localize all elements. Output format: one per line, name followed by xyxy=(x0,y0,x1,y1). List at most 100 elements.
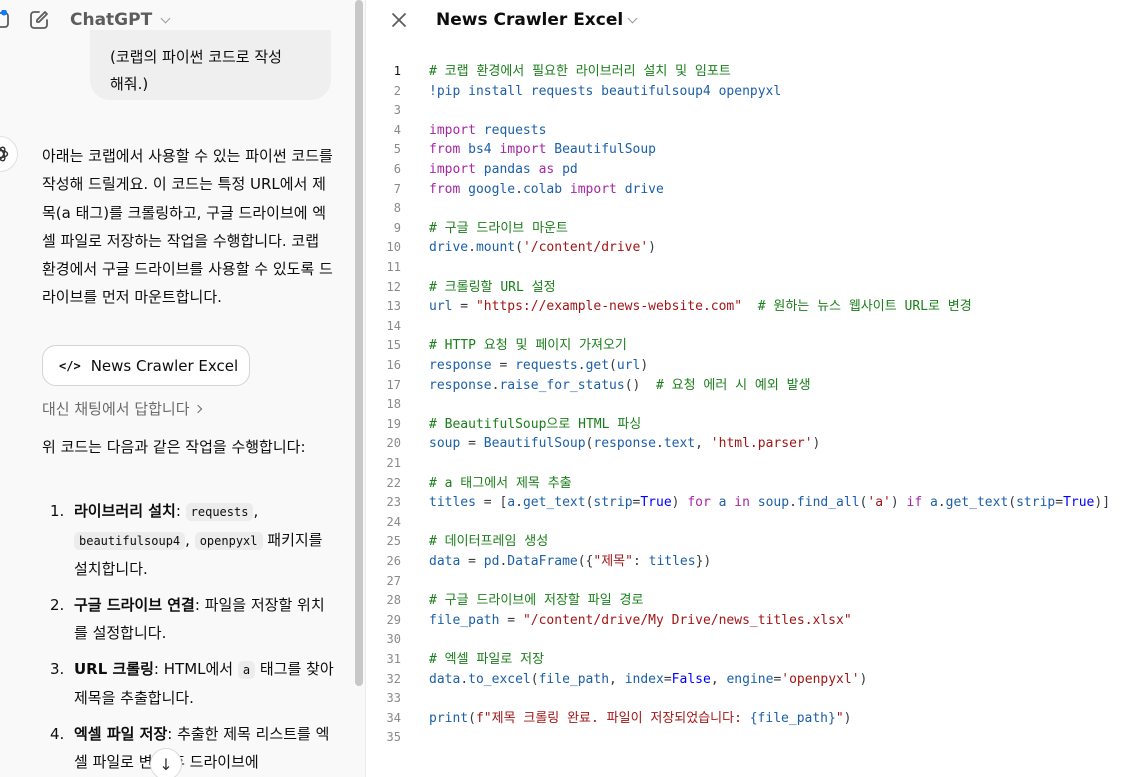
code-text: # 구글 드라이브에 저장할 파일 경로 xyxy=(429,593,644,609)
line-number: 4 xyxy=(393,122,401,137)
list-item: 3. URL 크롤링: HTML에서 a 태그를 찾아 제목을 추출합니다. xyxy=(42,655,334,712)
list-number: 1. xyxy=(50,502,65,520)
answer-in-chat-link[interactable]: 대신 채팅에서 답합니다 xyxy=(42,398,202,419)
line-number: 31 xyxy=(386,652,401,666)
code-text: # HTTP 요청 및 페이지 가져오기 xyxy=(429,338,627,354)
inline-code: a xyxy=(237,661,256,679)
code-text: response.raise_for_status() # 요청 에러 시 예외… xyxy=(429,377,811,393)
line-number: 12 xyxy=(386,279,401,294)
steps-list: 1. 라이브러리 설치: requests, beautifulsoup4, o… xyxy=(42,497,334,777)
line-number: 8 xyxy=(393,201,401,216)
code-icon: </> xyxy=(59,358,81,373)
line-number: 23 xyxy=(386,495,401,510)
line-number: 10 xyxy=(386,240,401,255)
code-text: drive.mount('/content/drive') xyxy=(429,240,656,256)
line-number: 24 xyxy=(386,514,401,529)
chat-scrollbar[interactable] xyxy=(355,0,363,686)
code-text: url = "https://example-news-website.com"… xyxy=(429,299,972,315)
line-number: 14 xyxy=(386,318,401,333)
code-text: # 크롤링할 URL 설정 xyxy=(429,279,556,295)
line-number: 30 xyxy=(386,632,401,647)
list-item: 2. 구글 드라이브 연결: 파일을 저장할 위치를 설정합니다. xyxy=(42,591,334,647)
code-text: # 코랩 환경에서 필요한 라이브러리 설치 및 임포트 xyxy=(429,64,731,79)
code-text: import pandas as pd xyxy=(429,162,578,177)
step-title: 엑셀 파일 저장 xyxy=(74,725,168,743)
list-number: 4. xyxy=(50,725,65,743)
list-item: 4. 엑셀 파일 저장: 추출한 제목 리스트를 엑셀 파일로 변환 후 드라이… xyxy=(42,720,334,776)
assistant-avatar xyxy=(0,136,18,172)
line-number: 13 xyxy=(386,299,401,314)
line-number: 1 xyxy=(393,64,401,78)
code-text: soup = BeautifulSoup(response.text, 'htm… xyxy=(429,436,821,452)
code-text: data = pd.DataFrame({"제목": titles}) xyxy=(429,554,712,569)
line-number: 29 xyxy=(386,612,401,627)
step-text-pre: HTML에서 xyxy=(163,660,234,678)
code-text: # 데이터프레임 생성 xyxy=(429,534,549,550)
step-title: 라이브러리 설치 xyxy=(74,502,176,520)
line-number: 16 xyxy=(386,358,401,372)
line-number: 35 xyxy=(386,730,401,745)
canvas-open-button[interactable]: </> News Crawler Excel xyxy=(42,345,250,386)
step-separator: : xyxy=(167,725,178,743)
code-text: titles = [a.get_text(strip=True) for a i… xyxy=(429,495,1111,511)
step-separator: : xyxy=(175,502,186,520)
line-number: 20 xyxy=(386,436,401,451)
line-number: 21 xyxy=(386,456,401,470)
line-number: 17 xyxy=(386,377,401,392)
user-message-line: (코랩의 파이썬 코드로 작성 xyxy=(110,48,282,66)
user-message-line: 해줘.) xyxy=(110,75,149,93)
code-text: file_path = "/content/drive/My Drive/new… xyxy=(429,612,852,628)
inline-code: openpyxl xyxy=(194,532,263,550)
inline-code: requests xyxy=(185,503,254,521)
openai-logo-icon xyxy=(0,146,9,162)
line-number: 6 xyxy=(393,162,401,176)
canvas-editor-pane: News Crawler Excel 1 # 코랩 환경에서 필요한 라이브러리 … xyxy=(367,0,1130,777)
code-text: !pip install requests beautifulsoup4 ope… xyxy=(429,83,782,99)
line-number: 25 xyxy=(386,534,401,549)
line-number: 22 xyxy=(386,475,401,490)
code-text: # BeautifulSoup으로 HTML 파싱 xyxy=(429,416,642,432)
model-selector[interactable]: ChatGPT xyxy=(70,10,171,30)
line-number: 11 xyxy=(386,260,401,274)
code-text: # 구글 드라이브 마운트 xyxy=(429,220,568,236)
line-number: 7 xyxy=(393,181,401,196)
line-number: 9 xyxy=(393,220,401,235)
step-separator: : xyxy=(153,660,164,678)
code-text: from bs4 import BeautifulSoup xyxy=(429,142,656,158)
inline-code: beautifulsoup4 xyxy=(74,532,186,550)
close-canvas-button[interactable] xyxy=(389,10,409,30)
line-number: 5 xyxy=(393,142,401,157)
summary-text: 위 코드는 다음과 같은 작업을 수행합니다: xyxy=(42,438,306,456)
code-text: import requests xyxy=(429,122,547,138)
step-title: URL 크롤링 xyxy=(74,660,154,678)
chat-pane: ChatGPT (코랩의 파이썬 코드로 작성 해줘.) 아래는 코랩에서 사용… xyxy=(0,0,366,777)
step-separator: : xyxy=(194,596,205,614)
code-text: response = requests.get(url) xyxy=(429,358,649,373)
line-number: 2 xyxy=(393,83,401,98)
line-number: 26 xyxy=(386,554,401,568)
code-text: data.to_excel(file_path, index=False, en… xyxy=(429,671,868,687)
code-text: from google.colab import drive xyxy=(429,181,664,197)
app-title: ChatGPT xyxy=(70,10,153,30)
chevron-down-icon xyxy=(627,13,638,23)
code-text: print(f"제목 크롤링 완료. 파일이 저장되었습니다: {file_pa… xyxy=(429,710,852,726)
code-text: # 엑셀 파일로 저장 xyxy=(429,652,545,667)
chevron-down-icon xyxy=(160,13,171,23)
chevron-right-icon xyxy=(193,404,202,413)
line-number: 15 xyxy=(386,338,401,353)
line-number: 33 xyxy=(386,691,401,706)
list-item: 1. 라이브러리 설치: requests, beautifulsoup4, o… xyxy=(42,497,334,583)
arrow-down-icon: ↓ xyxy=(159,754,173,774)
line-number: 19 xyxy=(386,416,401,431)
line-number: 3 xyxy=(393,103,401,118)
sidebar-toggle-icon[interactable] xyxy=(0,10,10,30)
new-chat-icon[interactable] xyxy=(28,9,50,31)
canvas-card-label: News Crawler Excel xyxy=(90,356,239,375)
list-number: 3. xyxy=(50,660,65,678)
line-number: 28 xyxy=(386,593,401,608)
scroll-to-bottom-button[interactable]: ↓ xyxy=(150,748,182,777)
line-number: 32 xyxy=(386,671,401,686)
line-number: 18 xyxy=(386,397,401,412)
assistant-message-text: 아래는 코랩에서 사용할 수 있는 파이썬 코드를 작성해 드릴게요. 이 코드… xyxy=(42,147,333,307)
canvas-title-menu[interactable]: News Crawler Excel xyxy=(436,10,638,30)
